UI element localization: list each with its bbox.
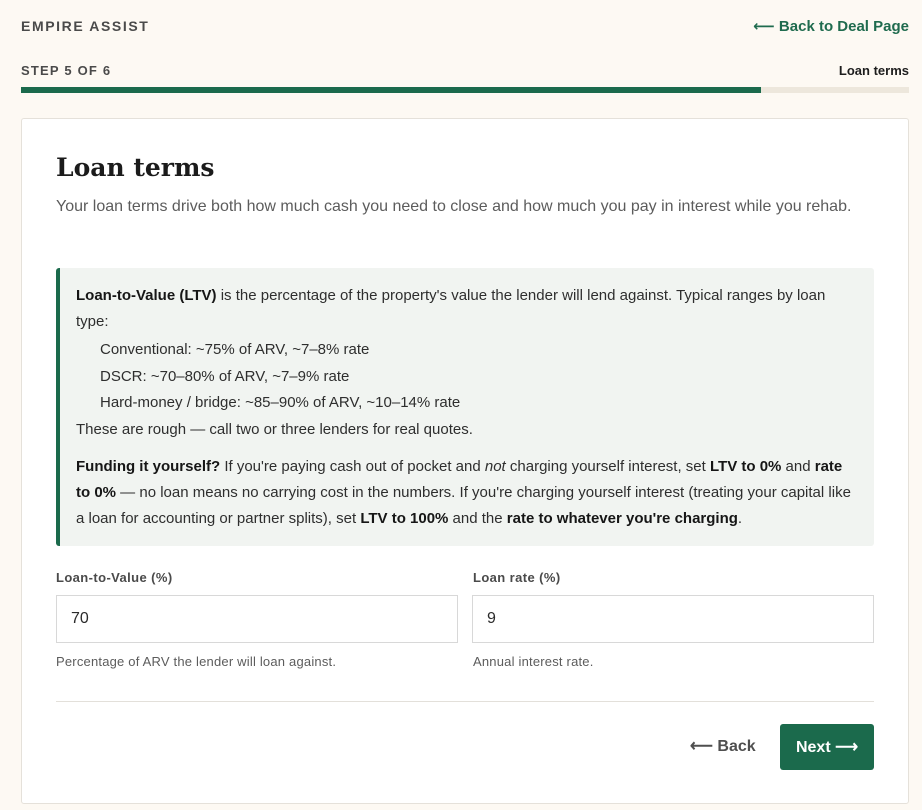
ltv-help-text: Percentage of ARV the lender will loan a… [56,654,337,669]
divider [56,701,874,702]
page-subtitle: Your loan terms drive both how much cash… [56,198,852,215]
self-fund-text-2: charging yourself interest, set [505,457,710,475]
brand-name: EMPIRE ASSIST [21,18,150,34]
step-indicator: STEP 5 OF 6 Loan terms [21,60,909,80]
rough-note: These are rough — call two or three lend… [76,420,473,438]
self-fund-text-5: and the [448,509,507,527]
ltv-input[interactable] [56,595,458,643]
range-dscr: DSCR: ~70–80% of ARV, ~7–9% rate [100,367,350,385]
ltv-hundred: LTV to 100% [360,509,449,527]
rate-label: Loan rate (%) [473,570,561,585]
loan-rate-input[interactable] [472,595,874,643]
self-fund-text-6: . [737,509,743,527]
self-fund-text-3: and [781,457,815,475]
ltv-label: Loan-to-Value (%) [56,570,173,585]
next-button[interactable]: Next ⟶ [780,724,874,770]
range-hard-money: Hard-money / bridge: ~85–90% of ARV, ~10… [100,394,461,411]
self-fund-heading: Funding it yourself? [76,457,221,475]
back-to-deal-link[interactable]: ⟵ Back to Deal Page [753,17,909,35]
ltv-ranges-list: Conventional: ~75% of ARV, ~7–8% rate DS… [76,337,858,417]
rate-charging: rate to whatever you're charging [506,509,738,527]
self-funding-note: Funding it yourself? If you're paying ca… [76,454,858,532]
page-title: Loan terms [56,153,215,182]
back-button[interactable]: ⟵ Back [690,736,756,756]
ltv-info-callout: Loan-to-Value (LTV) is the percentage of… [56,268,874,546]
progress-bar-fill [21,87,761,93]
range-conventional: Conventional: ~75% of ARV, ~7–8% rate [100,341,370,358]
top-bar: EMPIRE ASSIST ⟵ Back to Deal Page [21,14,909,38]
progress-bar [21,87,909,93]
ltv-term: Loan-to-Value (LTV) [76,287,217,304]
form-card: Loan terms Your loan terms drive both ho… [21,118,909,804]
step-name: Loan terms [838,62,909,78]
step-counter: STEP 5 OF 6 [21,62,112,78]
ltv-explanation: Loan-to-Value (LTV) is the percentage of… [76,283,858,335]
rate-help-text: Annual interest rate. [473,654,594,669]
self-fund-text-1: If you're paying cash out of pocket and [220,457,485,475]
self-fund-not: not [484,457,506,475]
ltv-zero: LTV to 0% [709,457,782,475]
